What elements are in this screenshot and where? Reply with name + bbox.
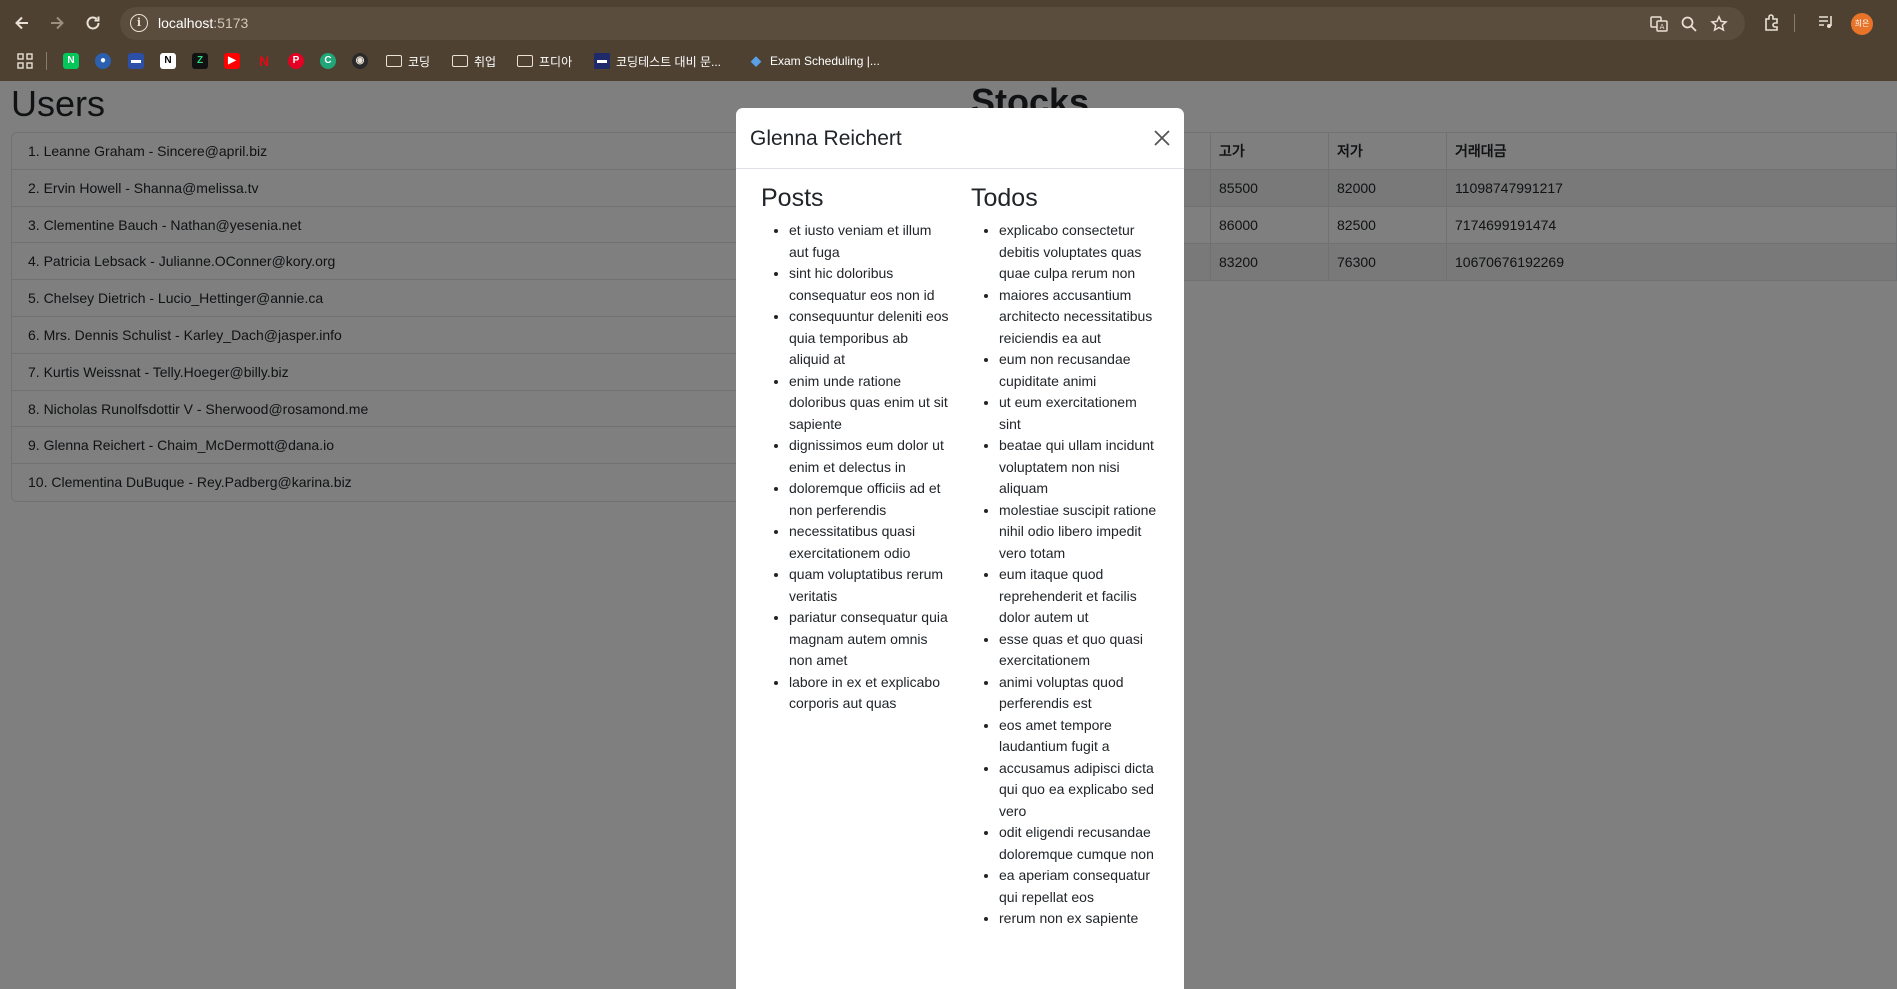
todo-item: odit eligendi recusandae doloremque cumq… (999, 822, 1161, 865)
url-text[interactable]: localhost:5173 (158, 15, 248, 31)
todo-item: beatae qui ullam incidunt voluptatem non… (999, 435, 1161, 500)
toolbar-divider (1794, 14, 1795, 32)
bookmarks-divider (46, 52, 47, 70)
reload-icon[interactable] (81, 11, 105, 35)
netflix-bookmark-icon[interactable]: N (256, 52, 272, 70)
posts-list: et iusto veniam et illum aut fuga sint h… (761, 220, 951, 715)
folder-icon (452, 55, 468, 67)
bookmark-folder-pdia[interactable]: 프디아 (517, 52, 572, 70)
todos-column: Todos explicabo consectetur debitis volu… (971, 184, 1161, 930)
profile-avatar[interactable]: 희은 (1851, 13, 1873, 35)
todo-item: rerum non ex sapiente (999, 908, 1161, 930)
post-item: quam voluptatibus rerum veritatis (789, 564, 951, 607)
todo-item: eum non recusandae cupiditate animi (999, 349, 1161, 392)
todo-item: esse quas et quo quasi exercitationem (999, 629, 1161, 672)
media-controls-icon[interactable] (1815, 12, 1837, 34)
zoom-icon[interactable] (1680, 15, 1698, 33)
todo-item: explicabo consectetur debitis voluptates… (999, 220, 1161, 285)
site-info-icon[interactable]: i (130, 14, 148, 32)
bookmark-folder-jobs[interactable]: 취업 (452, 52, 496, 70)
bookmark-favicon-icon[interactable]: ▬ (128, 52, 144, 70)
bookmark-star-icon[interactable] (1710, 14, 1728, 33)
todo-item: ea aperiam consequatur qui repellat eos (999, 865, 1161, 908)
modal-body: Posts et iusto veniam et illum aut fuga … (736, 170, 1184, 989)
todos-heading: Todos (971, 184, 1038, 212)
bookmark-favicon-icon[interactable]: ● (95, 52, 111, 70)
posts-column: Posts et iusto veniam et illum aut fuga … (761, 184, 951, 715)
post-item: sint hic doloribus consequatur eos non i… (789, 263, 951, 306)
pinterest-bookmark-icon[interactable]: P (288, 52, 304, 70)
user-detail-modal: Glenna Reichert Posts et iusto veniam et… (736, 108, 1184, 989)
todo-item: molestiae suscipit ratione nihil odio li… (999, 500, 1161, 565)
browser-chrome: i localhost:5173 A 희은 N ● ▬ N Z ▶ N P C … (0, 0, 1897, 81)
browser-toolbar: i localhost:5173 A 희은 (0, 0, 1897, 47)
todo-item: animi voluptas quod perferendis est (999, 672, 1161, 715)
post-item: consequuntur deleniti eos quia temporibu… (789, 306, 951, 371)
notion-bookmark-icon[interactable]: N (160, 52, 176, 70)
todo-item: eum itaque quod reprehenderit et facilis… (999, 564, 1161, 629)
bookmark-favicon-icon[interactable]: C (320, 52, 336, 70)
posts-heading: Posts (761, 184, 824, 212)
todo-item: accusamus adipisci dicta qui quo ea expl… (999, 758, 1161, 823)
post-item: necessitatibus quasi exercitationem odio (789, 521, 951, 564)
forward-icon[interactable] (45, 11, 69, 35)
svg-text:A: A (1660, 23, 1665, 31)
post-item: doloremque officiis ad et non perferendi… (789, 478, 951, 521)
back-icon[interactable] (10, 11, 34, 35)
translate-icon[interactable]: A (1650, 15, 1668, 33)
post-item: pariatur consequatur quia magnam autem o… (789, 607, 951, 672)
todos-list: explicabo consectetur debitis voluptates… (971, 220, 1161, 930)
address-bar[interactable]: i localhost:5173 A (120, 7, 1745, 40)
bookmark-folder-coding[interactable]: 코딩 (386, 52, 430, 70)
post-item: labore in ex et explicabo corporis aut q… (789, 672, 951, 715)
bookmark-favicon-icon[interactable]: Z (192, 52, 208, 70)
apps-icon[interactable] (17, 52, 33, 70)
close-icon[interactable] (1152, 128, 1172, 148)
folder-icon (386, 55, 402, 67)
bookmark-exam-scheduling[interactable]: ◆ Exam Scheduling |... (748, 52, 880, 70)
github-bookmark-icon[interactable]: ◉ (352, 52, 368, 70)
todo-item: maiores accusantium architecto necessita… (999, 285, 1161, 350)
post-item: enim unde ratione doloribus quas enim ut… (789, 371, 951, 436)
modal-title: Glenna Reichert (750, 127, 902, 150)
bookmarks-bar: N ● ▬ N Z ▶ N P C ◉ 코딩 취업 프디아 ▬ 코딩테스트 대비 … (0, 47, 1897, 75)
extensions-icon[interactable] (1761, 12, 1783, 34)
modal-header: Glenna Reichert (736, 108, 1184, 169)
todo-item: ut eum exercitationem sint (999, 392, 1161, 435)
bookmark-coding-test[interactable]: ▬ 코딩테스트 대비 문... (594, 52, 721, 70)
youtube-bookmark-icon[interactable]: ▶ (224, 52, 240, 70)
post-item: et iusto veniam et illum aut fuga (789, 220, 951, 263)
todo-item: eos amet tempore laudantium fugit a (999, 715, 1161, 758)
folder-icon (517, 55, 533, 67)
naver-bookmark-icon[interactable]: N (63, 52, 79, 70)
post-item: dignissimos eum dolor ut enim et delectu… (789, 435, 951, 478)
